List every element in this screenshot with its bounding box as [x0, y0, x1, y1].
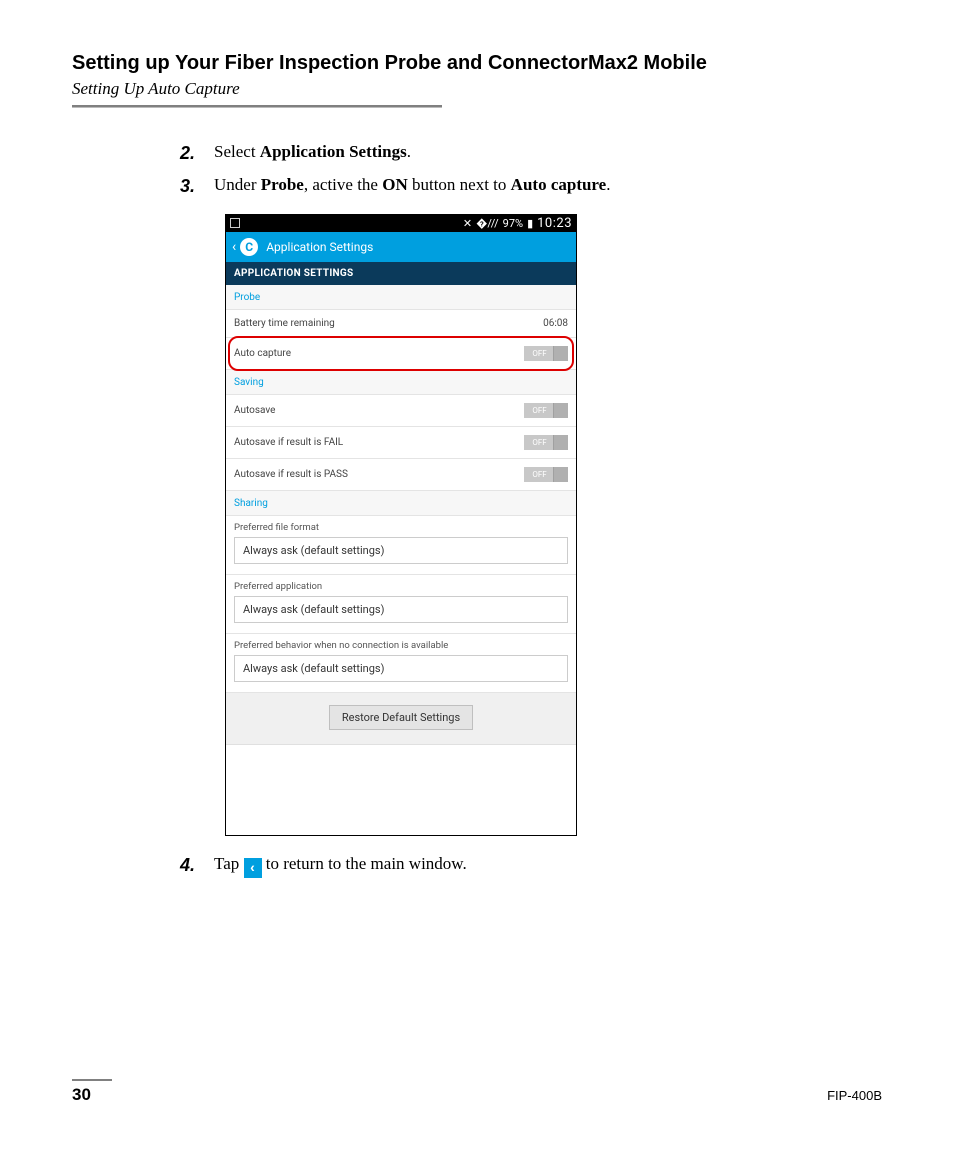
row-auto-capture: Auto capture OFF: [226, 338, 576, 370]
row-label: Autosave if result is FAIL: [234, 437, 524, 448]
statusbar-clock: 10:23: [537, 216, 572, 231]
row-value: 06:08: [543, 318, 568, 329]
page-subtitle: Setting Up Auto Capture: [72, 79, 882, 99]
page-title: Setting up Your Fiber Inspection Probe a…: [72, 52, 882, 75]
step-text: Under: [214, 175, 261, 194]
group-probe: Probe: [226, 285, 576, 310]
toggle-state: OFF: [524, 349, 553, 358]
label-noconn: Preferred behavior when no connection is…: [226, 634, 576, 651]
step-3: 3. Under Probe, active the ON button nex…: [180, 171, 882, 200]
step-bold: ON: [382, 175, 408, 194]
restore-row: Restore Default Settings: [226, 693, 576, 745]
row-autosave-pass: Autosave if result is PASS OFF: [226, 459, 576, 491]
row-battery-remaining: Battery time remaining 06:08: [226, 310, 576, 338]
toggle-autosave-pass[interactable]: OFF: [524, 467, 568, 482]
step-number: 4.: [180, 850, 195, 881]
back-icon[interactable]: ‹: [232, 239, 236, 255]
step-text: button next to: [408, 175, 511, 194]
row-label: Battery time remaining: [234, 318, 543, 329]
row-label: Auto capture: [234, 348, 524, 359]
toggle-knob: [553, 403, 568, 418]
step-text: .: [407, 142, 411, 161]
restore-button[interactable]: Restore Default Settings: [329, 705, 473, 730]
step-text: , active the: [304, 175, 382, 194]
toggle-knob: [553, 467, 568, 482]
mute-icon: ✕: [463, 217, 472, 230]
select-noconn[interactable]: Always ask (default settings): [234, 655, 568, 682]
step-bold: Application Settings: [260, 142, 407, 161]
toggle-state: OFF: [524, 438, 553, 447]
footer-rule: [72, 1079, 112, 1081]
model-number: FIP-400B: [827, 1088, 882, 1103]
toggle-knob: [553, 346, 568, 361]
section-header: APPLICATION SETTINGS: [226, 262, 576, 285]
toggle-autosave-fail[interactable]: OFF: [524, 435, 568, 450]
toggle-state: OFF: [524, 406, 553, 415]
step-number: 3.: [180, 171, 195, 202]
toggle-auto-capture[interactable]: OFF: [524, 346, 568, 361]
group-sharing: Sharing: [226, 491, 576, 516]
back-icon: ‹: [244, 858, 262, 878]
step-text: .: [606, 175, 610, 194]
row-autosave-fail: Autosave if result is FAIL OFF: [226, 427, 576, 459]
toggle-state: OFF: [524, 470, 553, 479]
step-number: 2.: [180, 138, 195, 169]
wifi-icon: �///: [476, 217, 499, 230]
screenshot-app-settings: ✕ �/// 97% ▮ 10:23 ‹ C Application Setti…: [225, 214, 577, 836]
step-4: 4. Tap ‹ to return to the main window.: [180, 850, 882, 879]
battery-icon: ▮: [527, 217, 533, 230]
row-label: Autosave: [234, 405, 524, 416]
blank-area: [226, 745, 576, 835]
page-number: 30: [72, 1085, 91, 1105]
appbar-title: Application Settings: [266, 240, 373, 254]
select-preferred-app[interactable]: Always ask (default settings): [234, 596, 568, 623]
step-2: 2. Select Application Settings.: [180, 138, 882, 167]
step-bold: Auto capture: [511, 175, 607, 194]
toggle-autosave[interactable]: OFF: [524, 403, 568, 418]
step-text: Select: [214, 142, 260, 161]
label-file-format: Preferred file format: [226, 516, 576, 533]
group-saving: Saving: [226, 370, 576, 395]
label-preferred-app: Preferred application: [226, 575, 576, 592]
row-autosave: Autosave OFF: [226, 395, 576, 427]
page-footer: 30 FIP-400B: [72, 1079, 882, 1105]
statusbar: ✕ �/// 97% ▮ 10:23: [226, 215, 576, 232]
app-logo-icon: C: [240, 238, 258, 256]
header-rule: [72, 105, 442, 108]
select-file-format[interactable]: Always ask (default settings): [234, 537, 568, 564]
step-text: Tap: [214, 854, 244, 873]
step-bold: Probe: [261, 175, 304, 194]
toggle-knob: [553, 435, 568, 450]
step-text: to return to the main window.: [262, 854, 467, 873]
battery-pct: 97%: [503, 217, 523, 230]
notification-icon: [230, 218, 240, 228]
appbar: ‹ C Application Settings: [226, 232, 576, 262]
row-label: Autosave if result is PASS: [234, 469, 524, 480]
